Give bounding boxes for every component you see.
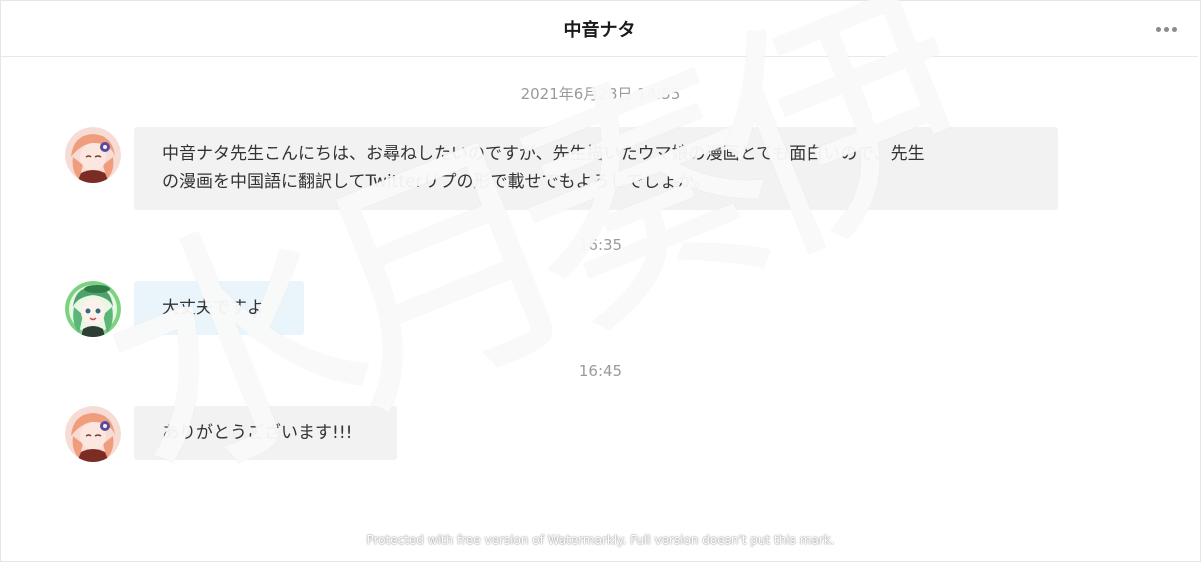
self-avatar[interactable]: [65, 127, 121, 183]
message-bubble: 中音ナタ先生こんにちは、お尋ねしたいのですが、先生描いたウマ娘の漫画とても面白い…: [134, 127, 1058, 210]
more-options-icon[interactable]: [1156, 23, 1180, 35]
message-text-line: の漫画を中国語に翻訳してTwitterリプの形で載せでもよろしでしょか。: [162, 172, 711, 192]
message-bubble: ありがとうございます!!!: [134, 406, 397, 460]
message-text-line: ありがとうございます!!!: [162, 423, 353, 443]
contact-avatar[interactable]: [65, 281, 121, 337]
message-bubble: 大丈夫ですよ: [134, 281, 304, 335]
message-timestamp: 16:45: [578, 362, 623, 380]
conversation-title: 中音ナタ: [563, 20, 636, 41]
chat-header: 中音ナタ: [1, 1, 1198, 57]
message-text-line: 大丈夫ですよ: [162, 298, 264, 318]
message-text-line: 中音ナタ先生こんにちは、お尋ねしたいのですが、先生描いたウマ娘の漫画とても面白い…: [162, 144, 925, 164]
self-avatar[interactable]: [65, 406, 121, 462]
message-timestamp: 16:35: [578, 236, 623, 254]
message-timestamp: 2021年6月28日 14:55: [520, 85, 681, 103]
